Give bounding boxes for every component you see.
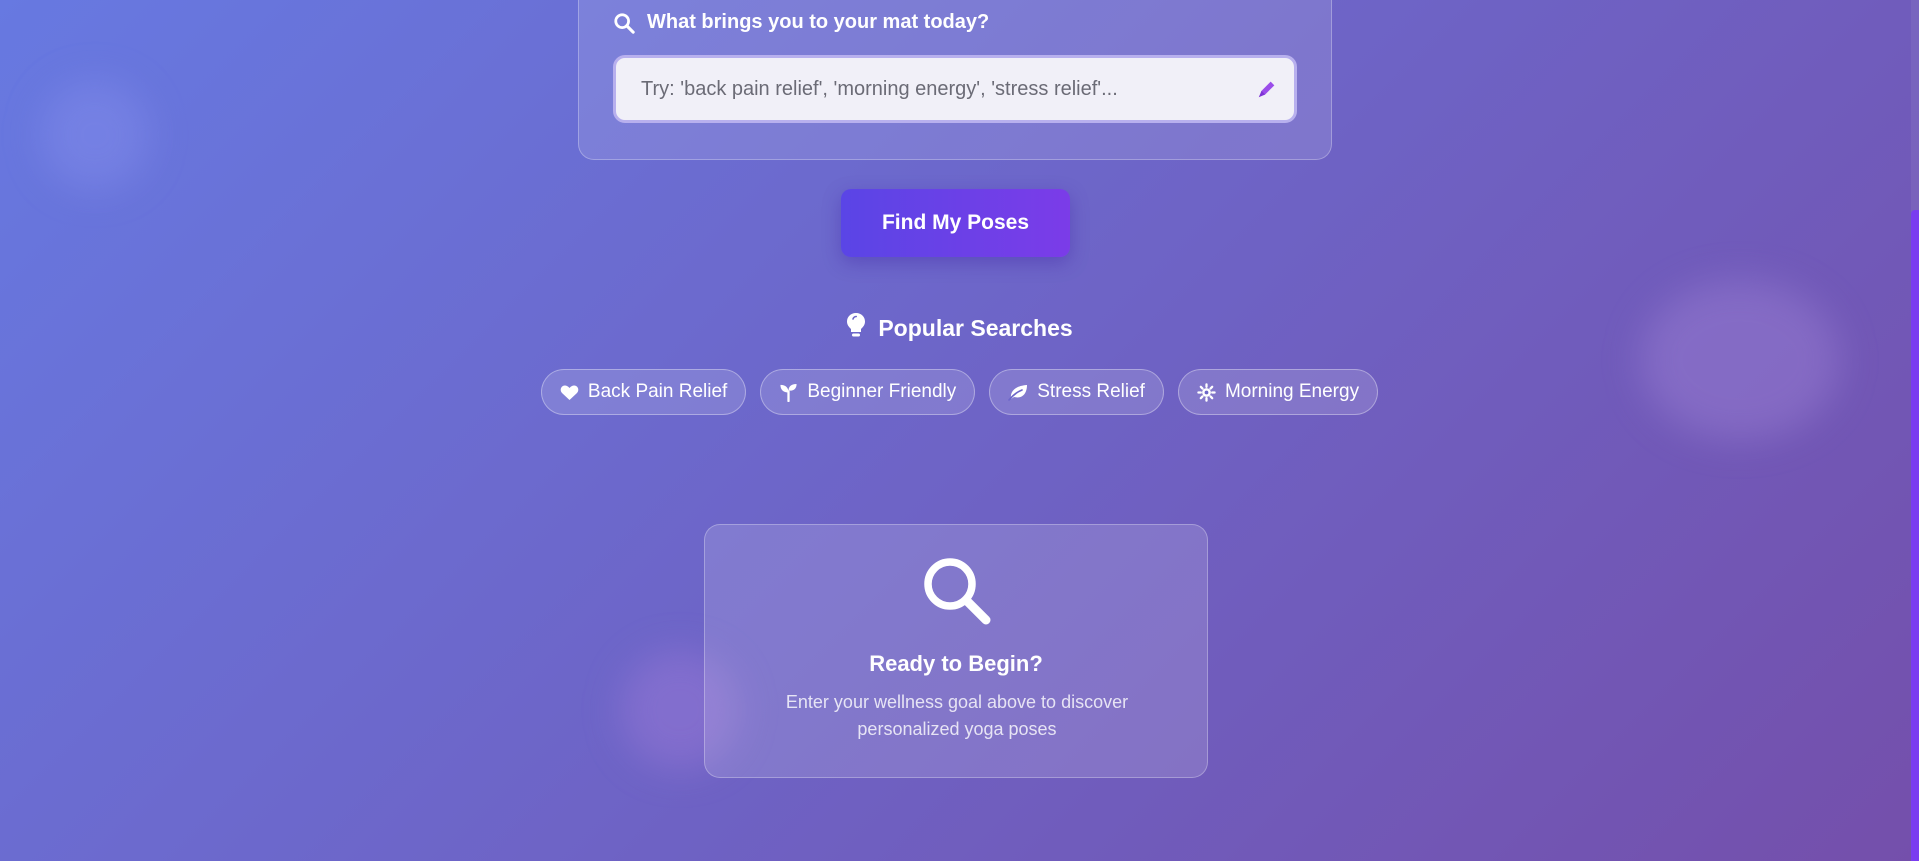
search-heading-text: What brings you to your mat today? [647,11,990,33]
search-field[interactable] [613,55,1297,123]
heart-icon [560,384,579,401]
pen-icon [1256,78,1278,100]
chip-label: Morning Energy [1224,381,1360,402]
popular-searches-heading: Popular Searches [0,312,1919,344]
chip-morning-energy[interactable]: Morning Energy [1177,369,1379,415]
search-input[interactable] [616,58,1236,120]
chip-label: Back Pain Relief [587,381,728,402]
popular-searches-title: Popular Searches [878,314,1073,341]
sun-icon [1197,382,1216,402]
search-heading: What brings you to your mat today? [613,11,989,34]
search-card: What brings you to your mat today? [578,0,1332,160]
search-icon [921,555,993,632]
chip-back-pain-relief[interactable]: Back Pain Relief [540,369,747,415]
leaf-icon [1008,383,1028,401]
find-poses-button[interactable]: Find My Poses [841,189,1070,257]
lightbulb-icon [846,312,866,344]
background-glow [40,80,150,190]
empty-state-title: Ready to Begin? [869,651,1043,676]
search-icon [613,12,635,34]
chip-beginner-friendly[interactable]: Beginner Friendly [760,369,976,415]
popular-searches-list: Back Pain Relief Beginner Friendly Stres… [0,369,1919,415]
seedling-icon [779,383,798,402]
scrollbar-thumb[interactable] [1911,210,1919,861]
empty-state-text: Enter your wellness goal above to discov… [785,692,1129,739]
empty-state-card: Ready to Begin? Enter your wellness goal… [704,524,1208,778]
chip-label: Beginner Friendly [807,381,957,402]
chip-stress-relief[interactable]: Stress Relief [989,369,1164,415]
chip-label: Stress Relief [1037,381,1145,402]
scrollbar-track[interactable] [1911,0,1919,861]
background-glow [1640,280,1840,440]
